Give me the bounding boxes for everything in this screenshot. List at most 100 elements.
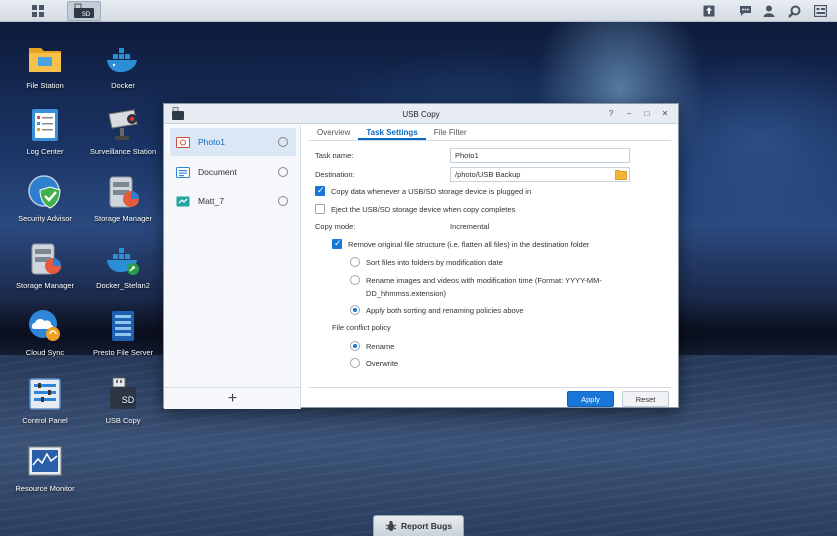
window-titlebar[interactable]: USB Copy ? – □ ✕ — [164, 104, 678, 124]
storage-icon — [104, 173, 142, 211]
widgets-button[interactable] — [810, 2, 830, 20]
desktop-icon-label: File Station — [26, 81, 64, 90]
both-radio[interactable] — [350, 305, 360, 315]
task-status-icon — [278, 137, 288, 147]
desktop-icon-security-advisor[interactable]: Security Advisor — [6, 173, 84, 223]
usb-copy-app-icon: SD — [74, 3, 94, 18]
desktop-icon-cloud-sync[interactable]: Cloud Sync — [6, 307, 84, 357]
conflict-overwrite-radio[interactable] — [350, 358, 360, 368]
tab-overview[interactable]: Overview — [309, 125, 358, 140]
conflict-rename-option[interactable]: Rename — [350, 341, 394, 351]
rename-label: Rename images and videos with modificati… — [366, 275, 602, 285]
conflict-policy-label: File conflict policy — [332, 323, 391, 332]
help-button[interactable]: ? — [605, 108, 617, 120]
rename-label-line2: DD_hhmmss.extension) — [366, 289, 447, 298]
taskbar-usb-copy-button[interactable]: SD — [67, 1, 101, 21]
rename-radio[interactable] — [350, 275, 360, 285]
both-option[interactable]: Apply both sorting and renaming policies… — [350, 305, 524, 315]
copy-mode-value: Incremental — [450, 222, 490, 231]
conflict-rename-label: Rename — [366, 341, 395, 351]
cloud-sync-icon — [26, 307, 64, 345]
search-icon — [787, 5, 800, 18]
task-name-field[interactable]: Photo1 — [450, 148, 630, 163]
sort-option[interactable]: Sort files into folders by modification … — [350, 257, 503, 267]
taskbar: SD — [0, 0, 837, 22]
presto-icon — [104, 307, 142, 345]
chat-button[interactable] — [735, 2, 755, 20]
search-button[interactable] — [784, 2, 804, 20]
desktop-icon-docker-stefan2[interactable]: Docker_Stefan2 — [84, 240, 162, 290]
desktop-icon-presto-file-server[interactable]: Presto File Server — [84, 307, 162, 357]
upload-icon — [703, 5, 715, 17]
copy-mode-label: Copy mode: — [315, 222, 356, 231]
desktop-icon-surveillance-station[interactable]: Surveillance Station — [84, 106, 162, 156]
destination-label: Destination: — [315, 170, 355, 179]
desktop-icon-label: USB Copy — [105, 416, 141, 425]
eject-option[interactable]: Eject the USB/SD storage device when cop… — [315, 204, 515, 214]
main-menu-button[interactable] — [26, 1, 50, 21]
remove-structure-option[interactable]: Remove original file structure (i.e. fla… — [332, 238, 590, 249]
task-item-photo1[interactable]: Photo1 — [170, 128, 296, 156]
report-bugs-button[interactable]: Report Bugs — [373, 515, 464, 536]
eject-checkbox[interactable] — [315, 204, 325, 214]
desktop-icon-storage-manager-2[interactable]: Storage Manager — [6, 240, 84, 290]
sync-task-icon — [176, 196, 190, 206]
monitor-chart-icon — [26, 443, 64, 481]
svg-text:SD: SD — [122, 395, 135, 405]
desktop-icon-file-station[interactable]: File Station — [6, 40, 84, 90]
folder-browse-icon[interactable] — [615, 169, 627, 180]
usb-icon: SD — [104, 375, 142, 413]
conflict-rename-radio[interactable] — [350, 341, 360, 351]
desktop-icon-label: Storage Manager — [94, 214, 152, 223]
desktop-icon-log-center[interactable]: Log Center — [6, 106, 84, 156]
copy-on-plug-option[interactable]: Copy data whenever a USB/SD storage devi… — [315, 185, 531, 196]
shield-check-icon — [26, 173, 64, 211]
destination-value: /photo/USB Backup — [455, 170, 521, 179]
desktop-icon-docker[interactable]: Docker — [84, 40, 162, 90]
desktop-icon-storage-manager[interactable]: Storage Manager — [84, 173, 162, 223]
both-label: Apply both sorting and renaming policies… — [366, 305, 524, 315]
desktop-icon-usb-copy[interactable]: SD USB Copy — [84, 375, 162, 425]
document-task-icon — [176, 166, 190, 178]
window-title: USB Copy — [402, 110, 440, 119]
task-label: Document — [198, 167, 237, 177]
tab-task-settings[interactable]: Task Settings — [358, 125, 426, 140]
desktop-icon-label: Storage Manager — [16, 281, 74, 290]
sort-label: Sort files into folders by modification … — [366, 257, 503, 267]
add-task-button[interactable]: + — [164, 387, 301, 409]
destination-field[interactable]: /photo/USB Backup — [450, 167, 630, 182]
taskbar-app-label: SD — [82, 12, 91, 18]
task-list-sidebar: Photo1 Document Matt_7 + — [164, 125, 301, 409]
bug-icon — [385, 520, 397, 531]
task-item-document[interactable]: Document — [170, 158, 296, 186]
tab-file-filter[interactable]: File Filter — [426, 125, 475, 140]
remove-structure-checkbox[interactable] — [332, 238, 342, 249]
maximize-button[interactable]: □ — [641, 108, 653, 120]
task-label: Matt_7 — [198, 196, 224, 206]
desktop-icon-label: Resource Monitor — [15, 484, 75, 493]
remove-structure-label: Remove original file structure (i.e. fla… — [348, 239, 590, 249]
desktop-icon-control-panel[interactable]: Control Panel — [6, 375, 84, 425]
desktop-icon-label: Docker — [111, 81, 135, 90]
close-button[interactable]: ✕ — [659, 108, 671, 120]
desktop-icon-label: Log Center — [26, 147, 64, 156]
eject-label: Eject the USB/SD storage device when cop… — [331, 204, 516, 214]
log-icon — [26, 106, 64, 144]
rename-option[interactable]: Rename images and videos with modificati… — [350, 275, 602, 285]
control-panel-icon — [26, 375, 64, 413]
apply-button[interactable]: Apply — [567, 391, 614, 407]
desktop-icon-resource-monitor[interactable]: Resource Monitor — [6, 443, 84, 493]
task-item-matt7[interactable]: Matt_7 — [170, 187, 296, 215]
upload-button[interactable] — [699, 2, 719, 20]
folder-icon — [26, 40, 64, 78]
usb-copy-window: USB Copy ? – □ ✕ Photo1 Document Matt_7 … — [163, 103, 679, 409]
minimize-button[interactable]: – — [623, 108, 635, 120]
sort-radio[interactable] — [350, 257, 360, 267]
tab-bar: Overview Task Settings File Filter — [309, 125, 671, 141]
copy-on-plug-checkbox[interactable] — [315, 185, 325, 196]
conflict-overwrite-option[interactable]: Overwrite — [350, 358, 398, 368]
widgets-icon — [813, 5, 827, 17]
desktop-icon-label: Docker_Stefan2 — [96, 281, 150, 290]
reset-button[interactable]: Reset — [622, 391, 669, 407]
user-button[interactable] — [759, 2, 779, 20]
